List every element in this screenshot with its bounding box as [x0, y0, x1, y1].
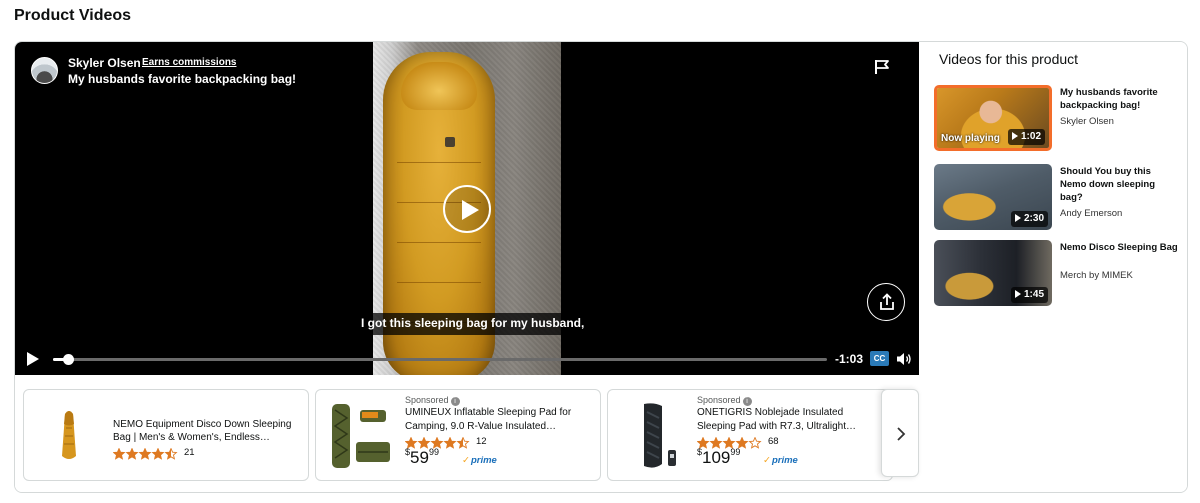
duration-badge: 2:30 — [1010, 211, 1048, 227]
chevron-right-icon — [897, 427, 906, 441]
video-list-item[interactable]: Now playing 1:02 My husbands favorite ba… — [934, 85, 1184, 151]
product-card[interactable]: NEMO Equipment Disco Down Sleeping Bag |… — [23, 389, 309, 481]
video-thumbnail[interactable]: 1:45 — [934, 240, 1052, 306]
video-list-creator: Merch by MIMEK — [1060, 270, 1133, 281]
earns-commissions-link[interactable]: Earns commissions — [142, 57, 236, 68]
sponsored-label[interactable]: Sponsored i — [405, 395, 460, 406]
video-title: My husbands favorite backpacking bag! — [68, 72, 297, 86]
prime-check-icon: ✓ — [763, 455, 771, 466]
product-title[interactable]: Bag | Men's & Women's, Endless… — [113, 431, 293, 444]
play-icon — [462, 200, 479, 220]
related-products-carousel: NEMO Equipment Disco Down Sleeping Bag |… — [15, 375, 1187, 492]
rating-count[interactable]: 12 — [476, 436, 487, 447]
product-image[interactable] — [326, 398, 396, 474]
now-playing-label: Now playing — [941, 133, 1000, 144]
sidebar-heading: Videos for this product — [939, 51, 1079, 67]
product-videos-panel: Skyler Olsen Earns commissions My husban… — [14, 41, 1188, 493]
time-remaining: -1:03 — [835, 352, 864, 366]
product-image[interactable] — [618, 398, 688, 474]
report-flag-icon[interactable] — [873, 58, 891, 76]
videos-sidebar: Videos for this product Now playing 1:02… — [919, 42, 1187, 375]
star-rating-icon — [112, 447, 179, 460]
product-title[interactable]: Camping, 9.0 R-Value Insulated… — [405, 420, 585, 433]
product-title[interactable]: NEMO Equipment Disco Down Sleeping — [113, 418, 293, 431]
duration-badge: 1:02 — [1007, 129, 1045, 145]
video-list-item[interactable]: 1:45 Nemo Disco Sleeping Bag Merch by MI… — [934, 240, 1184, 306]
product-title[interactable]: Sleeping Pad with R7.3, Ultralight… — [697, 420, 877, 433]
video-player[interactable]: Skyler Olsen Earns commissions My husban… — [15, 42, 919, 375]
info-icon[interactable]: i — [450, 397, 460, 406]
page-title: Product Videos — [14, 7, 132, 24]
play-icon — [1014, 290, 1021, 298]
play-icon — [1014, 214, 1021, 222]
video-caption: I got this sleeping bag for my husband, — [355, 313, 591, 335]
video-list-creator: Andy Emerson — [1060, 208, 1123, 219]
video-list-title[interactable]: Should You buy this Nemo down sleeping b… — [1060, 165, 1178, 204]
video-list-item[interactable]: 2:30 Should You buy this Nemo down sleep… — [934, 164, 1184, 230]
rating-count[interactable]: 21 — [184, 447, 195, 458]
rating-count[interactable]: 68 — [768, 436, 779, 447]
sponsored-label[interactable]: Sponsored i — [697, 395, 752, 406]
play-icon — [27, 352, 39, 366]
product-title[interactable]: ONETIGRIS Noblejade Insulated — [697, 406, 877, 419]
product-title[interactable]: UMINEUX Inflatable Sleeping Pad for — [405, 406, 585, 419]
play-icon — [1011, 132, 1018, 140]
duration-badge: 1:45 — [1010, 287, 1048, 303]
share-button[interactable] — [867, 283, 905, 321]
product-price[interactable]: $10999 — [697, 447, 740, 467]
creator-name[interactable]: Skyler Olsen — [68, 56, 141, 70]
video-list-title[interactable]: My husbands favorite backpacking bag! — [1060, 86, 1178, 112]
product-price[interactable]: $5999 — [405, 447, 439, 467]
volume-icon — [897, 353, 911, 365]
product-card[interactable]: Sponsored i UMINEUX Inflatable Sleeping P… — [315, 389, 601, 481]
closed-captions-button[interactable]: CC — [870, 351, 889, 366]
progress-bar[interactable] — [53, 354, 827, 365]
prime-badge: ✓prime — [763, 455, 798, 466]
play-button[interactable] — [25, 351, 41, 367]
progress-handle[interactable] — [63, 354, 75, 365]
play-overlay-button[interactable] — [443, 185, 491, 233]
video-list-title[interactable]: Nemo Disco Sleeping Bag — [1060, 241, 1178, 254]
prime-check-icon: ✓ — [462, 455, 470, 466]
volume-button[interactable] — [896, 351, 912, 367]
carousel-next-button[interactable] — [881, 389, 919, 477]
video-list-creator: Skyler Olsen — [1060, 116, 1114, 127]
info-icon[interactable]: i — [742, 397, 752, 406]
product-card[interactable]: Sponsored i ONETIGRIS Noblejade Insulated… — [607, 389, 893, 481]
share-icon — [880, 293, 894, 310]
product-rating[interactable]: 21 — [112, 447, 195, 460]
prime-badge: ✓prime — [462, 455, 497, 466]
creator-avatar[interactable] — [31, 57, 58, 84]
player-controls: -1:03 CC — [15, 346, 919, 372]
video-thumbnail[interactable]: Now playing 1:02 — [934, 85, 1052, 151]
video-thumbnail[interactable]: 2:30 — [934, 164, 1052, 230]
product-image[interactable] — [34, 398, 104, 474]
